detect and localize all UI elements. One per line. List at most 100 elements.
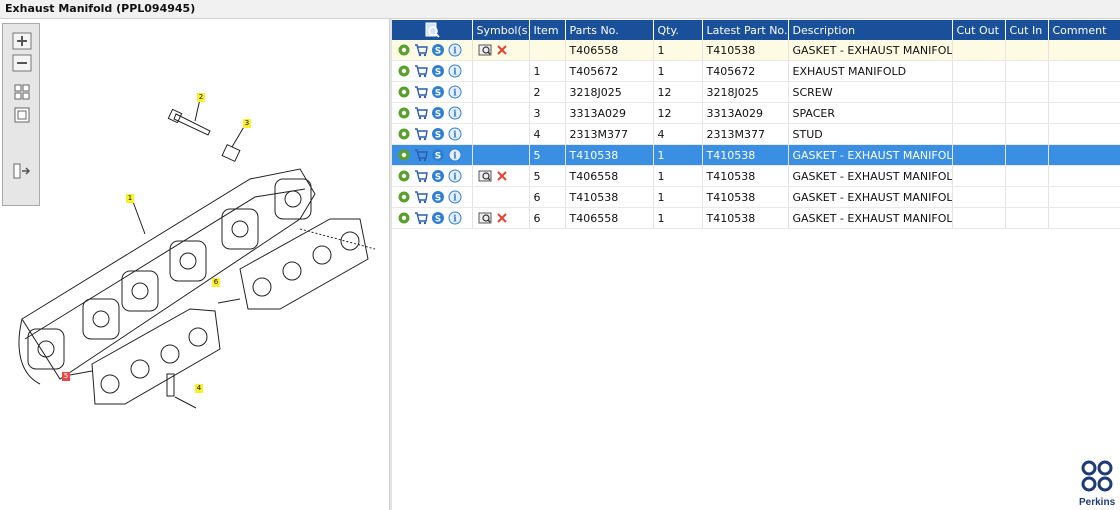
table-row[interactable]: Si 1 T405672 1 T405672 EXHAUST MANIFOLD [392,60,1120,82]
table-row[interactable]: Si 5 T406558 1 T410538 GASKET - EXHAUST MANIF… [392,165,1120,187]
gear-icon[interactable] [397,64,411,78]
callout-6[interactable]: 6 [212,278,220,287]
item-cell: 3 [529,102,566,124]
callout-1[interactable]: 1 [126,194,134,203]
column-header-cut-out[interactable]: Cut Out [952,20,1006,40]
cart-icon[interactable] [414,85,428,99]
qty-cell: 1 [653,165,703,187]
gear-icon[interactable] [397,85,411,99]
actual-size-icon[interactable] [12,106,32,124]
gear-icon[interactable] [397,43,411,57]
info-icon[interactable]: i [448,43,462,57]
item-cell: 2 [529,81,566,103]
table-row[interactable]: Si 4 2313M377 4 2313M377 STUD [392,123,1120,145]
cart-icon[interactable] [414,43,428,57]
illustration-pane[interactable]: 1 2 3 4 5 6 [0,19,389,510]
item-cell: 1 [529,60,566,82]
supersession-icon[interactable]: S [431,148,445,162]
svg-text:i: i [453,173,457,183]
supersession-icon[interactable]: S [431,169,445,183]
supersession-icon[interactable]: S [431,85,445,99]
table-body: Si T406558 1 T410538 GASKET - EXHAUST MANIFO… [392,40,1120,229]
cut-out-cell [952,123,1006,145]
info-icon[interactable]: i [448,85,462,99]
remove-icon[interactable] [495,43,509,57]
callout-4[interactable]: 4 [195,384,203,393]
comment-cell [1048,102,1120,124]
symbols-cell [472,102,530,124]
search-icon[interactable] [424,22,440,38]
info-icon[interactable]: i [448,64,462,78]
description-cell: SCREW [788,81,953,103]
cut-in-cell [1005,144,1049,166]
cart-icon[interactable] [414,106,428,120]
item-cell: 5 [529,165,566,187]
cart-icon[interactable] [414,148,428,162]
supersession-icon[interactable]: S [431,127,445,141]
toggle-list-icon[interactable] [12,162,32,180]
supersession-icon[interactable]: S [431,43,445,57]
row-actions: Si [392,165,473,187]
comment-cell [1048,40,1120,61]
info-icon[interactable]: i [448,148,462,162]
gear-icon[interactable] [397,211,411,225]
column-header-symbols[interactable]: Symbol(s) [472,20,530,40]
supersession-icon[interactable]: S [431,211,445,225]
part-no-cell: T406558 [565,40,654,61]
column-header-qty[interactable]: Qty. [653,20,703,40]
column-header-comment[interactable]: Comment [1048,20,1120,40]
zoom-in-icon[interactable] [12,32,32,50]
info-icon[interactable]: i [448,190,462,204]
column-header-latest-part-no[interactable]: Latest Part No. [702,20,789,40]
supersession-icon[interactable]: S [431,64,445,78]
remove-icon[interactable] [495,211,509,225]
gear-icon[interactable] [397,148,411,162]
gear-icon[interactable] [397,106,411,120]
column-header-item[interactable]: Item [529,20,566,40]
gear-icon[interactable] [397,169,411,183]
cart-icon[interactable] [414,169,428,183]
column-header-part-no[interactable]: Parts No. [565,20,654,40]
info-icon[interactable]: i [448,106,462,120]
superseded-book-icon[interactable] [478,211,492,225]
callout-3[interactable]: 3 [243,119,251,128]
table-row[interactable]: Si 6 T410538 1 T410538 GASKET - EXHAUST MANIF… [392,186,1120,208]
callout-2[interactable]: 2 [197,93,205,102]
zoom-out-icon[interactable] [12,54,32,72]
remove-icon[interactable] [495,169,509,183]
comment-cell [1048,60,1120,82]
table-row[interactable]: Si 6 T406558 1 T410538 GASKET - EXHAUST MANIF… [392,207,1120,229]
column-header-cut-in[interactable]: Cut In [1005,20,1049,40]
gear-icon[interactable] [397,190,411,204]
info-icon[interactable]: i [448,211,462,225]
table-row[interactable]: Si T406558 1 T410538 GASKET - EXHAUST MANIFO… [392,40,1120,61]
qty-cell: 1 [653,144,703,166]
supersession-icon[interactable]: S [431,190,445,204]
superseded-book-icon[interactable] [478,169,492,183]
cart-icon[interactable] [414,64,428,78]
supersession-icon[interactable]: S [431,106,445,120]
cart-icon[interactable] [414,211,428,225]
callout-5[interactable]: 5 [62,372,70,381]
fit-to-window-icon[interactable] [12,83,32,101]
superseded-book-icon[interactable] [478,43,492,57]
latest-part-no-cell: T405672 [702,60,789,82]
cut-in-cell [1005,165,1049,187]
part-no-cell: T406558 [565,207,654,229]
description-cell: GASKET - EXHAUST MANIFOLD [788,207,953,229]
cart-icon[interactable] [414,127,428,141]
column-header-tools[interactable] [392,20,473,40]
info-icon[interactable]: i [448,169,462,183]
gear-icon[interactable] [397,127,411,141]
description-cell: GASKET - EXHAUST MANIFOLD [788,40,953,61]
column-header-description[interactable]: Description [788,20,953,40]
comment-cell [1048,123,1120,145]
info-icon[interactable]: i [448,127,462,141]
svg-text:S: S [435,194,441,204]
table-row[interactable]: Si 5 T410538 1 T410538 GASKET - EXHAUST MANIF… [392,144,1120,166]
exhaust-manifold-illustration[interactable] [0,19,389,510]
table-row[interactable]: Si 2 3218J025 12 3218J025 SCREW [392,81,1120,103]
symbols-cell [472,60,530,82]
cart-icon[interactable] [414,190,428,204]
table-row[interactable]: Si 3 3313A029 12 3313A029 SPACER [392,102,1120,124]
